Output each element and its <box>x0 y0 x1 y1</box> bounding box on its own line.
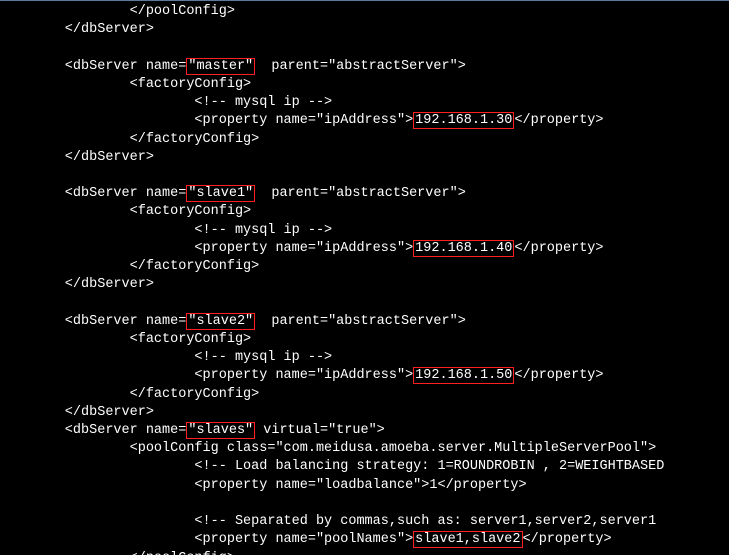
code-text: <!-- Load balancing strategy: 1=ROUNDROB… <box>0 459 664 474</box>
code-text: <!-- mysql ip --> <box>0 95 332 110</box>
code-text: <!-- Separated by commas,such as: server… <box>0 514 664 529</box>
code-text: virtual="true"> <box>255 423 385 438</box>
code-text: <dbServer name= <box>0 314 186 329</box>
code-line: <!-- Load balancing strategy: 1=ROUNDROB… <box>0 459 664 474</box>
code-text: </poolConfig> <box>0 4 235 19</box>
highlighted-value: slave1,slave2 <box>413 531 522 548</box>
code-line: <property name="poolNames">slave1,slave2… <box>0 531 612 548</box>
code-text: parent="abstractServer"> <box>255 314 466 329</box>
code-text: <factoryConfig> <box>0 204 251 219</box>
code-text: parent="abstractServer"> <box>255 59 466 74</box>
code-text: parent="abstractServer"> <box>255 186 466 201</box>
code-text: </property> <box>514 241 603 256</box>
code-text: <!-- mysql ip --> <box>0 223 332 238</box>
code-line: </poolConfig> <box>0 4 235 19</box>
code-text: <!-- mysql ip --> <box>0 350 332 365</box>
code-line: <!-- mysql ip --> <box>0 350 332 365</box>
code-line: </dbServer> <box>0 22 154 37</box>
code-text: <property name="ipAddress"> <box>0 113 413 128</box>
code-line: <factoryConfig> <box>0 204 251 219</box>
code-line: </factoryConfig> <box>0 387 259 402</box>
code-text: </property> <box>514 113 603 128</box>
code-line: <property name="loadbalance">1</property… <box>0 478 527 493</box>
code-line: <!-- mysql ip --> <box>0 95 332 110</box>
code-line: <dbServer name="slave1" parent="abstract… <box>0 185 466 202</box>
code-line: </dbServer> <box>0 277 154 292</box>
code-line: <property name="ipAddress">192.168.1.50<… <box>0 367 604 384</box>
code-text: <property name="ipAddress"> <box>0 241 413 256</box>
highlighted-value: "slave1" <box>186 185 255 202</box>
code-text: <dbServer name= <box>0 186 186 201</box>
code-text: </property> <box>514 368 603 383</box>
code-line: </dbServer> <box>0 405 154 420</box>
code-line: <!-- Separated by commas,such as: server… <box>0 514 664 529</box>
code-line: </dbServer> <box>0 150 154 165</box>
highlighted-value: 192.168.1.50 <box>413 367 514 384</box>
code-text: </factoryConfig> <box>0 387 259 402</box>
code-line: <dbServer name="slaves" virtual="true"> <box>0 422 385 439</box>
code-line: <!-- mysql ip --> <box>0 223 332 238</box>
code-line: <factoryConfig> <box>0 332 251 347</box>
code-text: <factoryConfig> <box>0 77 251 92</box>
code-line: </factoryConfig> <box>0 259 259 274</box>
code-text: <property name="poolNames"> <box>0 532 413 547</box>
code-text: <dbServer name= <box>0 423 186 438</box>
code-text: </factoryConfig> <box>0 259 259 274</box>
code-line: <poolConfig class="com.meidusa.amoeba.se… <box>0 441 656 456</box>
code-text: </dbServer> <box>0 277 154 292</box>
terminal-output: </poolConfig> </dbServer> <dbServer name… <box>0 3 729 555</box>
code-line: <property name="ipAddress">192.168.1.30<… <box>0 112 604 129</box>
code-text: </property> <box>523 532 612 547</box>
code-line: </factoryConfig> <box>0 132 259 147</box>
code-text: </poolConfig> <box>0 551 235 555</box>
code-line: <dbServer name="slave2" parent="abstract… <box>0 313 466 330</box>
code-text: <poolConfig class="com.meidusa.amoeba.se… <box>0 441 656 456</box>
code-text: <factoryConfig> <box>0 332 251 347</box>
code-line: <dbServer name="master" parent="abstract… <box>0 58 466 75</box>
code-text: </dbServer> <box>0 150 154 165</box>
code-text: </dbServer> <box>0 405 154 420</box>
highlighted-value: 192.168.1.40 <box>413 240 514 257</box>
code-text: <dbServer name= <box>0 59 186 74</box>
code-line: <property name="ipAddress">192.168.1.40<… <box>0 240 604 257</box>
highlighted-value: "slaves" <box>186 422 255 439</box>
code-line: </poolConfig> <box>0 551 235 555</box>
code-line: <factoryConfig> <box>0 77 251 92</box>
code-text: </factoryConfig> <box>0 132 259 147</box>
code-text: <property name="ipAddress"> <box>0 368 413 383</box>
code-text: <property name="loadbalance">1</property… <box>0 478 527 493</box>
highlighted-value: "slave2" <box>186 313 255 330</box>
highlighted-value: 192.168.1.30 <box>413 112 514 129</box>
code-text: </dbServer> <box>0 22 154 37</box>
highlighted-value: "master" <box>186 58 255 75</box>
